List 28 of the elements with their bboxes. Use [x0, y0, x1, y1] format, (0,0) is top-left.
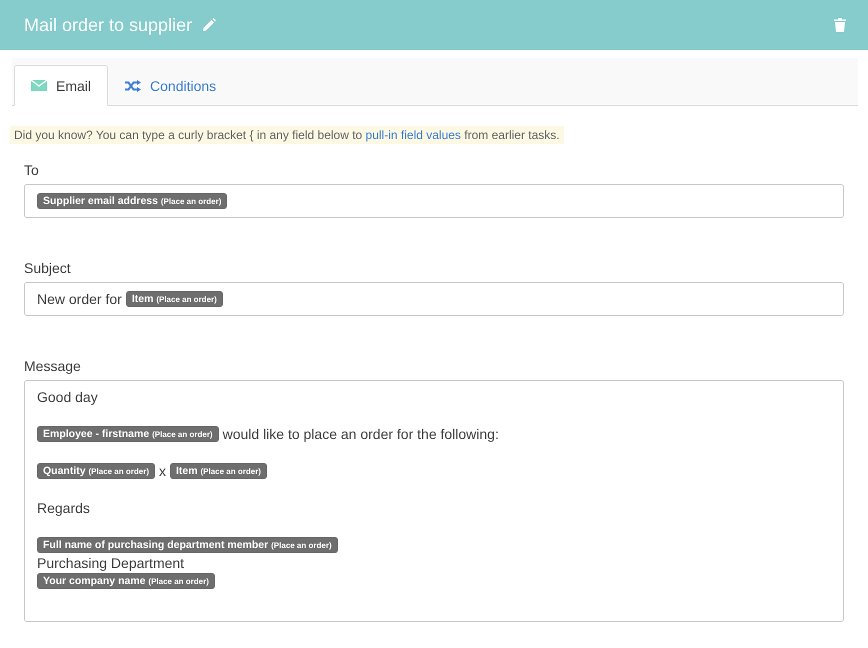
field-label: Message — [24, 358, 82, 374]
shuffle-icon — [125, 80, 142, 92]
field-label: Subject — [24, 260, 72, 276]
field-tag[interactable]: Supplier email address (Place an order) — [37, 193, 228, 209]
message-text: Regards — [37, 500, 90, 516]
field-tag[interactable]: Quantity (Place an order) — [37, 463, 155, 479]
field-tag[interactable]: Your company name (Place an order) — [37, 573, 215, 589]
window-title: Mail order to supplier — [24, 14, 192, 36]
input-field[interactable]: New order for Item (Place an order) — [24, 282, 844, 316]
trash-icon[interactable] — [834, 18, 846, 32]
hint-text: Did you know? You can type a curly bracket { in any field below to pull-in field values from earlier tasks. — [10, 126, 564, 144]
field-label: To — [24, 162, 40, 178]
pencil-icon[interactable] — [202, 18, 216, 32]
tab[interactable]: Email — [14, 65, 108, 106]
message-text: Purchasing Department — [37, 555, 184, 571]
message-text: Good day — [37, 389, 98, 405]
field-tag[interactable]: Full name of purchasing department member (Place an order) — [37, 537, 338, 553]
field-values-link[interactable]: pull-in field values — [366, 128, 461, 142]
message-text: x — [158, 463, 166, 479]
envelope-icon — [31, 80, 47, 91]
input-field[interactable] — [24, 380, 844, 622]
field-tag[interactable]: Item (Place an order) — [170, 463, 267, 479]
field-tag[interactable]: Item (Place an order) — [126, 291, 223, 307]
message-text: would like to place an order for the following: — [222, 426, 499, 442]
field-tag[interactable]: Employee - firstname (Place an order) — [37, 426, 219, 442]
input-field[interactable]: Supplier email address (Place an order) — [24, 184, 844, 218]
message-text: New order for — [37, 291, 122, 307]
tab[interactable]: Conditions — [108, 65, 234, 106]
